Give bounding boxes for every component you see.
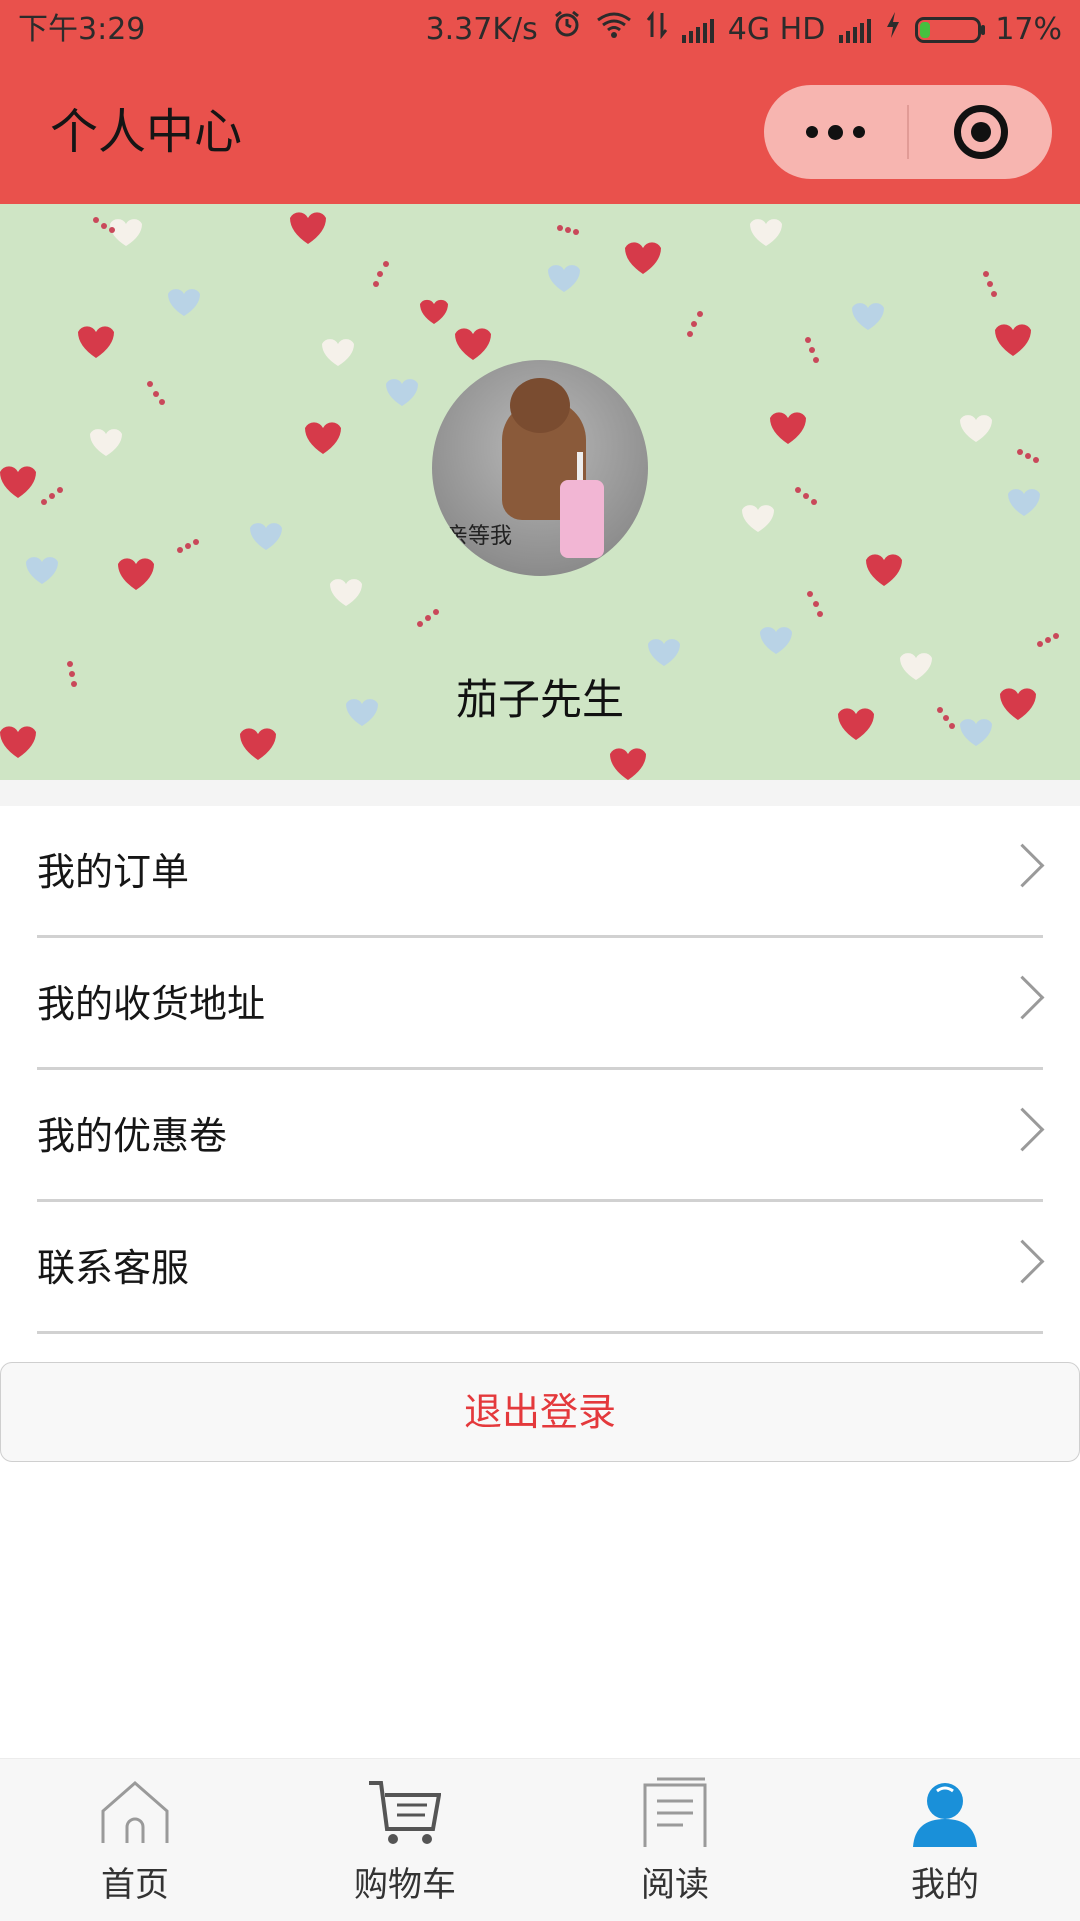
user-icon <box>913 1783 977 1847</box>
menu-item-label: 我的优惠卷 <box>37 1114 228 1158</box>
chevron-right-icon <box>1000 1107 1045 1152</box>
menu-item-label: 我的订单 <box>37 850 190 894</box>
battery-level: 17% <box>995 12 1062 47</box>
chevron-right-icon <box>1000 843 1045 888</box>
battery-icon <box>915 17 986 43</box>
divider <box>37 1331 1043 1334</box>
avatar[interactable]: 亲等我 <box>432 360 648 576</box>
tab-read[interactable]: 阅读 <box>540 1759 810 1921</box>
profile-banner: 亲等我 茄子先生 <box>0 204 1080 780</box>
status-bar: 下午3:29 3.37K/s 4G HD 17% <box>0 0 1080 60</box>
data-transfer-icon <box>646 0 668 60</box>
signal-icon <box>681 17 714 43</box>
close-mini-program-icon[interactable] <box>954 105 1008 159</box>
page-title: 个人中心 <box>50 104 243 160</box>
avatar-caption: 亲等我 <box>446 524 513 549</box>
avatar-suitcase <box>560 480 604 558</box>
network-speed: 3.37K/s <box>425 12 538 47</box>
chevron-right-icon <box>1000 1239 1045 1284</box>
tab-label: 阅读 <box>641 1865 709 1905</box>
menu-item-label: 联系客服 <box>37 1246 190 1290</box>
logout-button[interactable]: 退出登录 <box>0 1362 1080 1462</box>
network-type: 4G HD <box>727 12 826 47</box>
section-gap <box>0 780 1080 806</box>
menu-list: 我的订单 我的收货地址 我的优惠卷 联系客服 <box>0 806 1080 1334</box>
wifi-icon <box>596 0 632 60</box>
tab-bar: 首页 购物车 阅读 我的 <box>0 1758 1080 1921</box>
tab-cart[interactable]: 购物车 <box>270 1759 540 1921</box>
avatar-bear-head <box>510 378 570 433</box>
tab-label: 我的 <box>911 1865 979 1905</box>
alarm-icon <box>552 0 582 60</box>
status-icons: 3.37K/s 4G HD 17% <box>426 0 1062 60</box>
home-icon <box>101 1781 169 1843</box>
user-nickname: 茄子先生 <box>455 675 624 724</box>
status-time: 下午3:29 <box>18 12 146 47</box>
more-menu-button[interactable] <box>764 85 906 179</box>
menu-item-addresses[interactable]: 我的收货地址 <box>0 938 1080 1070</box>
document-icon <box>643 1777 707 1847</box>
navigation-bar: 个人中心 <box>0 60 1080 204</box>
tab-mine[interactable]: 我的 <box>810 1759 1080 1921</box>
charging-icon <box>885 0 901 60</box>
capsule-divider <box>907 105 909 159</box>
tab-label: 购物车 <box>354 1865 456 1905</box>
menu-item-customer-service[interactable]: 联系客服 <box>0 1202 1080 1334</box>
tab-home[interactable]: 首页 <box>0 1759 270 1921</box>
menu-item-orders[interactable]: 我的订单 <box>0 806 1080 938</box>
cart-icon <box>369 1781 441 1844</box>
mini-program-capsule <box>764 85 1052 179</box>
tab-label: 首页 <box>101 1865 169 1905</box>
chevron-right-icon <box>1000 975 1045 1020</box>
menu-item-coupons[interactable]: 我的优惠卷 <box>0 1070 1080 1202</box>
menu-item-label: 我的收货地址 <box>37 982 266 1026</box>
signal-icon-2 <box>839 17 872 43</box>
